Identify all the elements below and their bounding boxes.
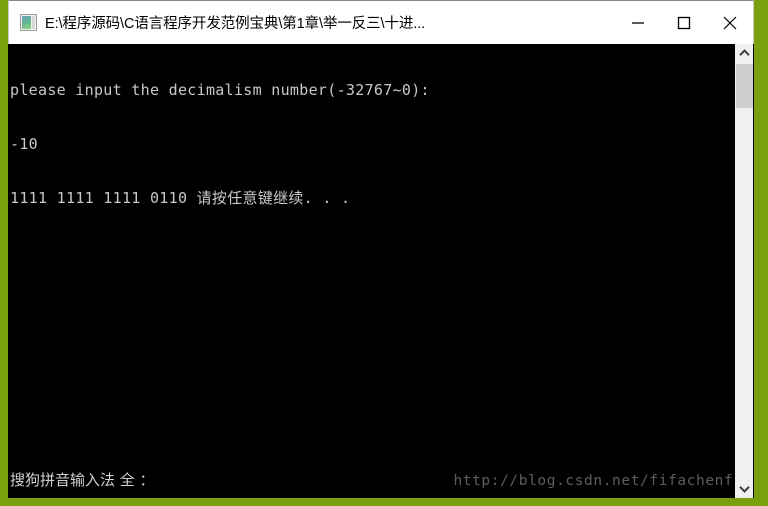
- chevron-up-icon: [738, 49, 750, 56]
- console-icon-side: [32, 16, 35, 29]
- console-window-icon: [20, 14, 37, 31]
- console-window: E:\程序源码\C语言程序开发范例宝典\第1章\举一反三\十进... pleas…: [8, 0, 754, 498]
- chevron-down-icon: [738, 486, 750, 493]
- close-icon: [723, 16, 737, 29]
- minimize-icon: [632, 21, 644, 24]
- maximize-button[interactable]: [661, 2, 707, 44]
- scrollbar-track[interactable]: [735, 62, 753, 480]
- console-output-area[interactable]: please input the decimalism number(-3276…: [8, 44, 754, 498]
- scrollbar-thumb[interactable]: [736, 64, 753, 108]
- desktop-background: E:\程序源码\C语言程序开发范例宝典\第1章\举一反三\十进... pleas…: [0, 0, 768, 506]
- window-title: E:\程序源码\C语言程序开发范例宝典\第1章\举一反三\十进...: [45, 16, 426, 32]
- console-line: -10: [10, 135, 38, 153]
- title-bar[interactable]: E:\程序源码\C语言程序开发范例宝典\第1章\举一反三\十进...: [8, 0, 754, 44]
- close-button[interactable]: [707, 2, 753, 44]
- console-icon-screen: [22, 16, 31, 29]
- scroll-up-button[interactable]: [735, 44, 753, 62]
- watermark-text: http://blog.csdn.net/fifachenfan: [453, 473, 752, 489]
- scroll-down-button[interactable]: [735, 480, 753, 498]
- maximize-icon: [677, 16, 691, 29]
- console-line: please input the decimalism number(-3276…: [10, 81, 430, 99]
- console-text: please input the decimalism number(-3276…: [10, 45, 730, 243]
- minimize-button[interactable]: [615, 2, 661, 44]
- vertical-scrollbar[interactable]: [734, 44, 753, 498]
- ime-status-text: 搜狗拼音输入法 全 ：: [10, 471, 155, 489]
- console-line: 1111 1111 1111 0110 请按任意键继续. . .: [10, 189, 351, 207]
